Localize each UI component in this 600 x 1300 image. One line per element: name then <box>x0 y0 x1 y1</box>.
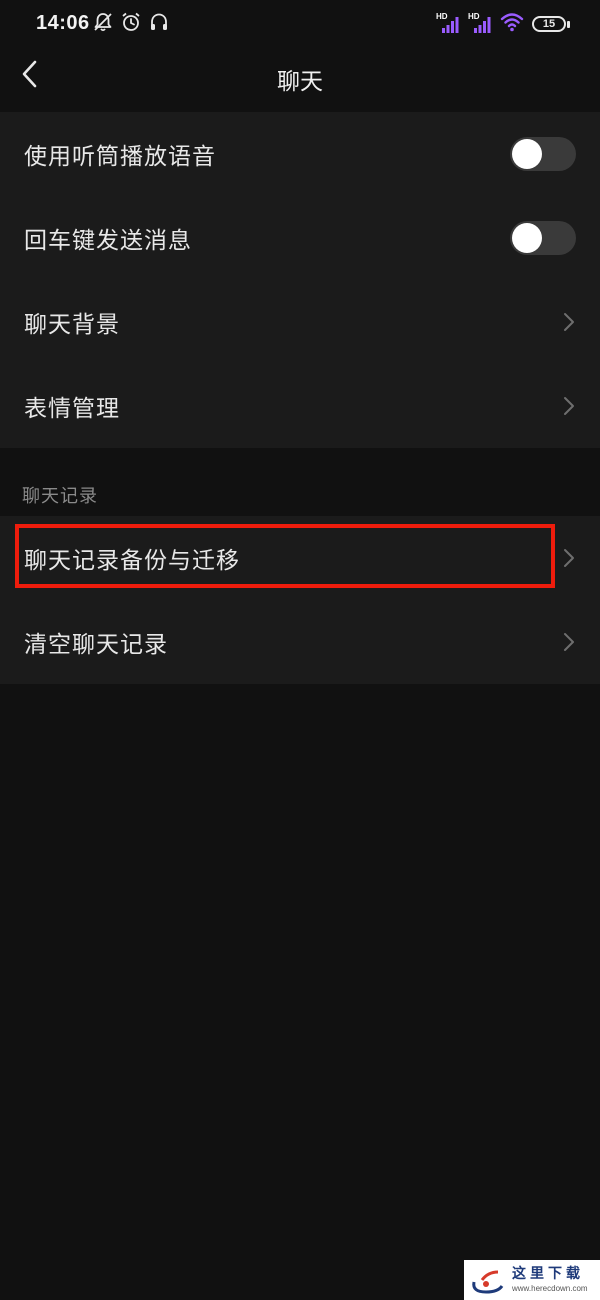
setting-label: 聊天背景 <box>24 312 120 338</box>
setting-label: 表情管理 <box>24 396 120 422</box>
setting-label: 使用听筒播放语音 <box>24 144 216 170</box>
setting-row-enter-send[interactable]: 回车键发送消息 <box>0 196 600 280</box>
setting-row-clear-history[interactable]: 清空聊天记录 <box>0 600 600 684</box>
status-time: 14:06 <box>36 12 90 34</box>
status-icons-left <box>92 12 170 36</box>
status-icons-right: HD HD 15 <box>436 12 570 36</box>
chevron-right-icon <box>564 313 574 331</box>
signal-icon-1: HD <box>436 13 460 35</box>
watermark-url: www.herecdown.com <box>512 1284 588 1293</box>
alarm-clock-icon <box>120 11 142 37</box>
earpiece-toggle[interactable] <box>510 137 576 171</box>
battery-icon: 15 <box>532 16 566 32</box>
battery-level: 15 <box>542 17 556 30</box>
toggle-knob <box>512 223 542 253</box>
watermark-logo-icon <box>472 1270 504 1294</box>
status-bar: 14:06 HD HD 15 <box>0 0 600 48</box>
watermark: 这里下载 www.herecdown.com <box>464 1260 600 1300</box>
enter-send-toggle[interactable] <box>510 221 576 255</box>
section-header-chat-history: 聊天记录 <box>22 486 98 507</box>
bell-off-icon <box>92 11 114 37</box>
settings-section: 使用听筒播放语音 回车键发送消息 聊天背景 表情管理 <box>0 112 600 448</box>
chevron-right-icon <box>564 549 574 567</box>
battery-tip <box>567 20 570 28</box>
chevron-right-icon <box>564 397 574 415</box>
setting-row-chat-background[interactable]: 聊天背景 <box>0 280 600 364</box>
setting-row-backup-migrate[interactable]: 聊天记录备份与迁移 <box>0 516 600 600</box>
watermark-logo-text: 这里下载 <box>512 1266 584 1282</box>
toggle-knob <box>512 139 542 169</box>
chevron-right-icon <box>564 633 574 651</box>
setting-row-sticker-management[interactable]: 表情管理 <box>0 364 600 448</box>
setting-row-earpiece[interactable]: 使用听筒播放语音 <box>0 112 600 196</box>
setting-label: 聊天记录备份与迁移 <box>24 548 240 574</box>
setting-label: 回车键发送消息 <box>24 228 192 254</box>
setting-label: 清空聊天记录 <box>24 632 168 658</box>
headset-icon <box>148 11 170 37</box>
page-title: 聊天 <box>277 69 323 95</box>
signal-icon-2: HD <box>468 13 492 35</box>
wifi-icon <box>500 11 524 37</box>
nav-bar: 聊天 <box>0 48 600 110</box>
chat-history-section: 聊天记录备份与迁移 清空聊天记录 <box>0 516 600 684</box>
